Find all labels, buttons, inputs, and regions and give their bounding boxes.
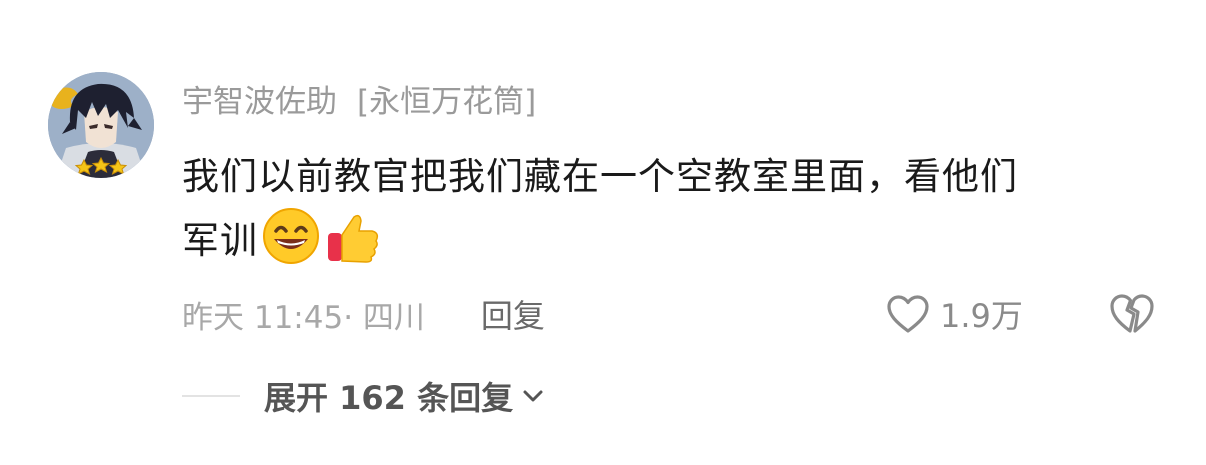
comment-meta: 昨天 11:45· 四川 回复 xyxy=(182,290,545,338)
comment-item: 宇智波佐助 [永恒万花筒] 我们以前教官把我们藏在一个空教室里面，看他们 军训 … xyxy=(0,0,1206,465)
like-count: 1.9万 xyxy=(940,297,1023,335)
comment-text: 我们以前教官把我们藏在一个空教室里面，看他们 军训 xyxy=(182,146,1162,283)
expand-replies-button[interactable]: 展开 162 条回复 xyxy=(182,372,545,420)
avatar[interactable] xyxy=(48,72,154,178)
username-row: 宇智波佐助 [永恒万花筒] xyxy=(182,76,536,120)
time-location: 昨天 11:45· 四川 xyxy=(182,299,425,336)
grinning-face-emoji xyxy=(262,207,320,283)
user-badge: [永恒万花筒] xyxy=(357,83,537,120)
username[interactable]: 宇智波佐助 xyxy=(182,76,337,121)
broken-heart-icon xyxy=(1110,294,1154,333)
reply-button[interactable]: 回复 xyxy=(481,291,545,337)
expand-divider xyxy=(182,395,240,397)
dislike-button[interactable] xyxy=(1108,292,1156,336)
like-button[interactable]: 1.9万 xyxy=(886,290,1023,338)
comment-text-line-1: 我们以前教官把我们藏在一个空教室里面，看他们 xyxy=(182,155,1018,198)
chevron-down-icon xyxy=(523,390,543,402)
comment-text-line-2: 军训 xyxy=(182,207,1162,283)
comment-text-line-2-text: 军训 xyxy=(182,219,258,262)
thumbs-up-emoji xyxy=(324,207,382,283)
heart-outline-icon xyxy=(887,295,929,333)
expand-replies-label: 展开 162 条回复 xyxy=(264,379,514,417)
